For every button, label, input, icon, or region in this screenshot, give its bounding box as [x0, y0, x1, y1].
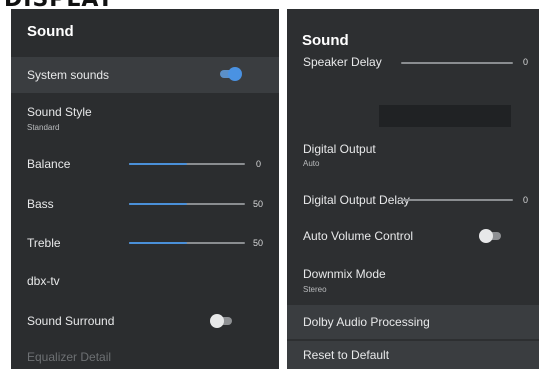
sound-style-value: Standard	[27, 123, 60, 132]
equalizer-detail-row[interactable]: Equalizer Detail	[11, 347, 279, 369]
reset-to-default-row[interactable]: Reset to Default	[287, 341, 539, 369]
auto-volume-control-label: Auto Volume Control	[303, 229, 414, 243]
dolby-audio-processing-label: Dolby Audio Processing	[303, 315, 430, 329]
dolby-audio-processing-row[interactable]: Dolby Audio Processing	[287, 305, 539, 339]
balance-row[interactable]: Balance 0	[11, 154, 279, 176]
toggle-knob	[479, 229, 493, 243]
digital-output-label: Digital Output	[303, 142, 376, 156]
dbx-tv-label: dbx-tv	[27, 274, 60, 288]
balance-value: 0	[256, 159, 262, 169]
dbx-tv-row[interactable]: dbx-tv	[11, 271, 279, 293]
bass-row[interactable]: Bass 50	[11, 194, 279, 216]
digital-output-delay-value: 0	[523, 195, 529, 205]
speaker-delay-slider[interactable]	[401, 62, 513, 64]
treble-slider[interactable]	[129, 242, 245, 244]
downmix-mode-label: Downmix Mode	[303, 267, 386, 281]
system-sounds-label: System sounds	[27, 68, 110, 82]
system-sounds-row[interactable]: System sounds	[11, 57, 279, 93]
sound-settings-panel-left: Sound System sounds Sound Style Standard…	[11, 9, 279, 369]
digital-output-delay-label: Digital Output Delay	[303, 193, 410, 207]
downmix-mode-row[interactable]: Downmix Mode Stereo	[287, 265, 539, 299]
speaker-delay-label: Speaker Delay	[303, 55, 382, 69]
toggle-knob	[228, 67, 242, 81]
reset-to-default-label: Reset to Default	[303, 348, 390, 362]
balance-slider[interactable]	[129, 163, 245, 165]
dark-overlay-block	[379, 105, 511, 127]
treble-row[interactable]: Treble 50	[11, 233, 279, 255]
sound-style-row[interactable]: Sound Style Standard	[11, 101, 279, 139]
balance-label: Balance	[27, 157, 71, 171]
digital-output-row[interactable]: Digital Output Auto	[287, 142, 539, 172]
digital-output-value: Auto	[303, 159, 320, 168]
treble-label: Treble	[27, 236, 61, 250]
bass-slider-fill	[129, 203, 187, 205]
sound-surround-toggle[interactable]	[210, 314, 234, 328]
system-sounds-toggle[interactable]	[218, 67, 242, 81]
bass-value: 50	[253, 199, 264, 209]
sound-surround-label: Sound Surround	[27, 314, 115, 328]
treble-slider-fill	[129, 242, 187, 244]
treble-value: 50	[253, 238, 264, 248]
panel-title: Sound	[302, 32, 349, 49]
sound-surround-row[interactable]: Sound Surround	[11, 311, 279, 333]
bass-slider[interactable]	[129, 203, 245, 205]
downmix-mode-value: Stereo	[303, 285, 327, 294]
auto-volume-control-toggle[interactable]	[479, 229, 503, 243]
digital-output-delay-slider[interactable]	[401, 199, 513, 201]
toggle-knob	[210, 314, 224, 328]
digital-output-delay-row[interactable]: Digital Output Delay 0	[287, 190, 539, 212]
sound-settings-panel-right: Sound Speaker Delay 0 Digital Output Aut…	[287, 9, 539, 369]
sound-style-label: Sound Style	[27, 105, 92, 119]
auto-volume-control-row[interactable]: Auto Volume Control	[287, 226, 539, 248]
equalizer-detail-label: Equalizer Detail	[27, 350, 112, 364]
speaker-delay-value: 0	[523, 57, 529, 67]
panel-title: Sound	[27, 23, 74, 40]
balance-slider-fill	[129, 163, 187, 165]
bass-label: Bass	[27, 197, 54, 211]
speaker-delay-row[interactable]: Speaker Delay 0	[287, 55, 539, 71]
